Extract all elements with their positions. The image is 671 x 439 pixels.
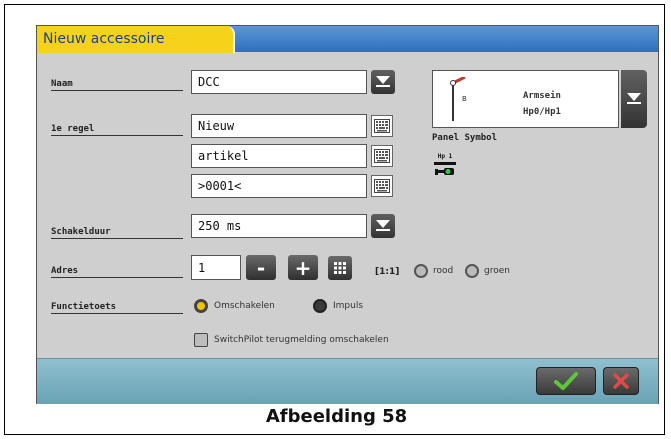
symbol-name: Armsein bbox=[523, 91, 561, 101]
second-line-field[interactable]: artikel bbox=[191, 144, 367, 168]
chevron-down-icon bbox=[627, 93, 641, 104]
address-decrement-button[interactable]: - bbox=[246, 255, 276, 280]
symbol-type: Hp0/Hp1 bbox=[523, 107, 561, 117]
output-green-radio[interactable] bbox=[465, 264, 479, 278]
new-accessory-dialog: Nieuw accessoire Naam DCC 1e regel Nieuw… bbox=[36, 25, 659, 404]
mode-omschakelen-label: Omschakelen bbox=[214, 301, 275, 311]
naam-dropdown-button[interactable] bbox=[371, 70, 395, 94]
figure-frame: Nieuw accessoire Naam DCC 1e regel Nieuw… bbox=[4, 4, 665, 435]
mode-impuls-label: Impuls bbox=[333, 301, 364, 311]
checkmark-icon bbox=[554, 372, 578, 390]
panel-symbol-label: Panel Symbol bbox=[432, 133, 498, 143]
chevron-down-icon bbox=[376, 220, 390, 231]
switchpilot-checkbox[interactable] bbox=[194, 333, 208, 347]
address-increment-button[interactable]: + bbox=[288, 255, 318, 280]
panel-symbol-code: Hp 1 bbox=[437, 153, 453, 160]
figure-caption: Afbeelding 58 bbox=[265, 406, 408, 427]
keyboard-icon[interactable] bbox=[371, 175, 393, 197]
svg-text:B: B bbox=[462, 95, 467, 103]
first-line-label: 1e regel bbox=[51, 124, 183, 136]
third-line-field[interactable]: >0001< bbox=[191, 174, 367, 198]
ok-button[interactable] bbox=[536, 367, 596, 395]
naam-field[interactable]: DCC bbox=[191, 70, 367, 94]
semaphore-signal-icon: B bbox=[450, 77, 467, 121]
symbol-selector[interactable]: B Armsein Hp0/Hp1 bbox=[432, 70, 619, 128]
switch-duration-dropdown-button[interactable] bbox=[371, 214, 395, 238]
close-icon bbox=[613, 373, 629, 389]
first-line-field[interactable]: Nieuw bbox=[191, 114, 367, 138]
address-field[interactable]: 1 bbox=[191, 255, 241, 280]
cancel-button[interactable] bbox=[603, 367, 639, 395]
keyboard-icon[interactable] bbox=[371, 145, 393, 167]
keyboard-icon[interactable] bbox=[371, 115, 393, 137]
numpad-icon[interactable] bbox=[328, 256, 352, 280]
output-green-label: groen bbox=[484, 266, 510, 276]
switch-duration-field[interactable]: 250 ms bbox=[191, 214, 367, 238]
naam-label: Naam bbox=[51, 79, 183, 91]
mode-omschakelen-radio[interactable] bbox=[194, 299, 208, 313]
ratio-label: [1:1] bbox=[375, 267, 400, 277]
switch-duration-label: Schakelduur bbox=[51, 227, 183, 239]
output-red-radio[interactable] bbox=[414, 264, 428, 278]
function-key-label: Functietoets bbox=[51, 302, 183, 314]
switchpilot-label: SwitchPilot terugmelding omschakelen bbox=[214, 335, 389, 345]
output-red-label: rood bbox=[433, 266, 454, 276]
panel-symbol-icon: Hp 1 bbox=[431, 153, 459, 181]
chevron-down-icon bbox=[376, 76, 390, 87]
symbol-dropdown-button[interactable] bbox=[621, 70, 647, 128]
tab-new-accessory[interactable]: Nieuw accessoire bbox=[37, 26, 235, 53]
address-label: Adres bbox=[51, 266, 183, 278]
mode-impuls-radio[interactable] bbox=[313, 299, 327, 313]
